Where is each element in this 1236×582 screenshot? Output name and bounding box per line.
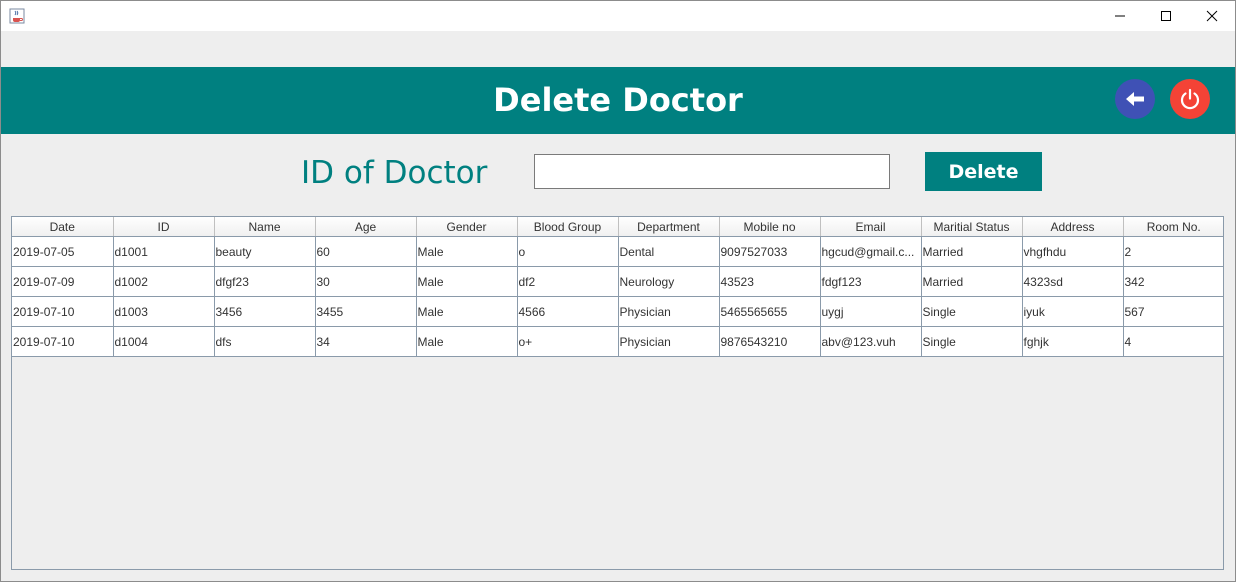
table-cell[interactable]: Married xyxy=(921,236,1023,267)
table-row[interactable]: 2019-07-10 d1003 3456 3455 Male 4566 Phy… xyxy=(12,296,1223,327)
column-header-address[interactable]: Address xyxy=(1022,217,1124,237)
table-cell[interactable]: beauty xyxy=(214,236,316,267)
column-header-marital-status[interactable]: Maritial Status xyxy=(921,217,1023,237)
table-cell[interactable]: d1001 xyxy=(113,236,215,267)
table-cell[interactable]: fghjk xyxy=(1022,326,1124,357)
table-cell[interactable]: vhgfhdu xyxy=(1022,236,1124,267)
table-cell[interactable]: 34 xyxy=(315,326,417,357)
table-cell[interactable]: Male xyxy=(416,266,518,297)
power-icon xyxy=(1180,88,1200,110)
table-cell[interactable]: o+ xyxy=(517,326,619,357)
table-cell[interactable]: Married xyxy=(921,266,1023,297)
column-header-id[interactable]: ID xyxy=(113,217,215,237)
minimize-icon xyxy=(1115,15,1125,17)
close-window-button[interactable] xyxy=(1189,1,1235,31)
table-cell[interactable]: 30 xyxy=(315,266,417,297)
table-body: 2019-07-05 d1001 beauty 60 Male o Dental… xyxy=(12,236,1223,357)
delete-button[interactable]: Delete xyxy=(925,152,1042,191)
table-cell[interactable]: Single xyxy=(921,326,1023,357)
column-header-name[interactable]: Name xyxy=(214,217,316,237)
table-cell[interactable]: iyuk xyxy=(1022,296,1124,327)
table-row[interactable]: 2019-07-09 d1002 dfgf23 30 Male df2 Neur… xyxy=(12,266,1223,297)
table-cell[interactable]: d1004 xyxy=(113,326,215,357)
table-cell[interactable]: 3456 xyxy=(214,296,316,327)
table-cell[interactable]: 567 xyxy=(1123,296,1223,327)
table-cell[interactable]: d1002 xyxy=(113,266,215,297)
table-cell[interactable]: 2019-07-10 xyxy=(12,326,114,357)
table-cell[interactable]: Physician xyxy=(618,326,720,357)
table-cell[interactable]: Dental xyxy=(618,236,720,267)
table-cell[interactable]: abv@123.vuh xyxy=(820,326,922,357)
table-cell[interactable]: hgcud@gmail.c... xyxy=(820,236,922,267)
table-cell[interactable]: Male xyxy=(416,296,518,327)
table-cell[interactable]: Physician xyxy=(618,296,720,327)
column-header-blood-group[interactable]: Blood Group xyxy=(517,217,619,237)
table-cell[interactable]: 2019-07-10 xyxy=(12,296,114,327)
table-cell[interactable]: uygj xyxy=(820,296,922,327)
table-cell[interactable]: 2019-07-09 xyxy=(12,266,114,297)
maximize-button[interactable] xyxy=(1143,1,1189,31)
table-cell[interactable]: 5465565655 xyxy=(719,296,821,327)
table-cell[interactable]: Single xyxy=(921,296,1023,327)
table-cell[interactable]: 2019-07-05 xyxy=(12,236,114,267)
table-cell[interactable]: 4566 xyxy=(517,296,619,327)
table-cell[interactable]: 4 xyxy=(1123,326,1223,357)
table-header: Date ID Name Age Gender Blood Group Depa… xyxy=(12,217,1223,237)
table-cell[interactable]: dfs xyxy=(214,326,316,357)
java-coffee-icon xyxy=(9,8,25,24)
maximize-icon xyxy=(1161,11,1171,21)
page-title: Delete Doctor xyxy=(493,81,743,119)
close-icon xyxy=(1206,10,1218,22)
table-row[interactable]: 2019-07-10 d1004 dfs 34 Male o+ Physicia… xyxy=(12,326,1223,357)
column-header-date[interactable]: Date xyxy=(12,217,114,237)
table-cell[interactable]: d1003 xyxy=(113,296,215,327)
table-cell[interactable]: fdgf123 xyxy=(820,266,922,297)
table-cell[interactable]: Neurology xyxy=(618,266,720,297)
table-cell[interactable]: o xyxy=(517,236,619,267)
table-cell[interactable]: 9876543210 xyxy=(719,326,821,357)
table-cell[interactable]: 4323sd xyxy=(1022,266,1124,297)
table-cell[interactable]: 2 xyxy=(1123,236,1223,267)
doctor-table[interactable]: Date ID Name Age Gender Blood Group Depa… xyxy=(11,216,1224,570)
arrow-left-icon xyxy=(1126,92,1144,106)
table-cell[interactable]: 9097527033 xyxy=(719,236,821,267)
table-cell[interactable]: 60 xyxy=(315,236,417,267)
table-cell[interactable]: dfgf23 xyxy=(214,266,316,297)
column-header-email[interactable]: Email xyxy=(820,217,922,237)
column-header-age[interactable]: Age xyxy=(315,217,417,237)
column-header-mobile[interactable]: Mobile no xyxy=(719,217,821,237)
header-banner: Delete Doctor xyxy=(1,67,1235,134)
table-cell[interactable]: df2 xyxy=(517,266,619,297)
column-header-department[interactable]: Department xyxy=(618,217,720,237)
column-header-gender[interactable]: Gender xyxy=(416,217,518,237)
power-button[interactable] xyxy=(1170,79,1210,119)
column-header-room-no[interactable]: Room No. xyxy=(1123,217,1223,237)
app-window: Delete Doctor ID of Doctor Delete Date I… xyxy=(0,0,1236,582)
table-cell[interactable]: Male xyxy=(416,236,518,267)
table-row[interactable]: 2019-07-05 d1001 beauty 60 Male o Dental… xyxy=(12,236,1223,267)
table-cell[interactable]: 43523 xyxy=(719,266,821,297)
table-cell[interactable]: 342 xyxy=(1123,266,1223,297)
doctor-id-label: ID of Doctor xyxy=(301,155,488,191)
title-bar xyxy=(1,1,1235,31)
table-cell[interactable]: Male xyxy=(416,326,518,357)
table-cell[interactable]: 3455 xyxy=(315,296,417,327)
doctor-id-input[interactable] xyxy=(534,154,890,189)
back-button[interactable] xyxy=(1115,79,1155,119)
minimize-button[interactable] xyxy=(1097,1,1143,31)
